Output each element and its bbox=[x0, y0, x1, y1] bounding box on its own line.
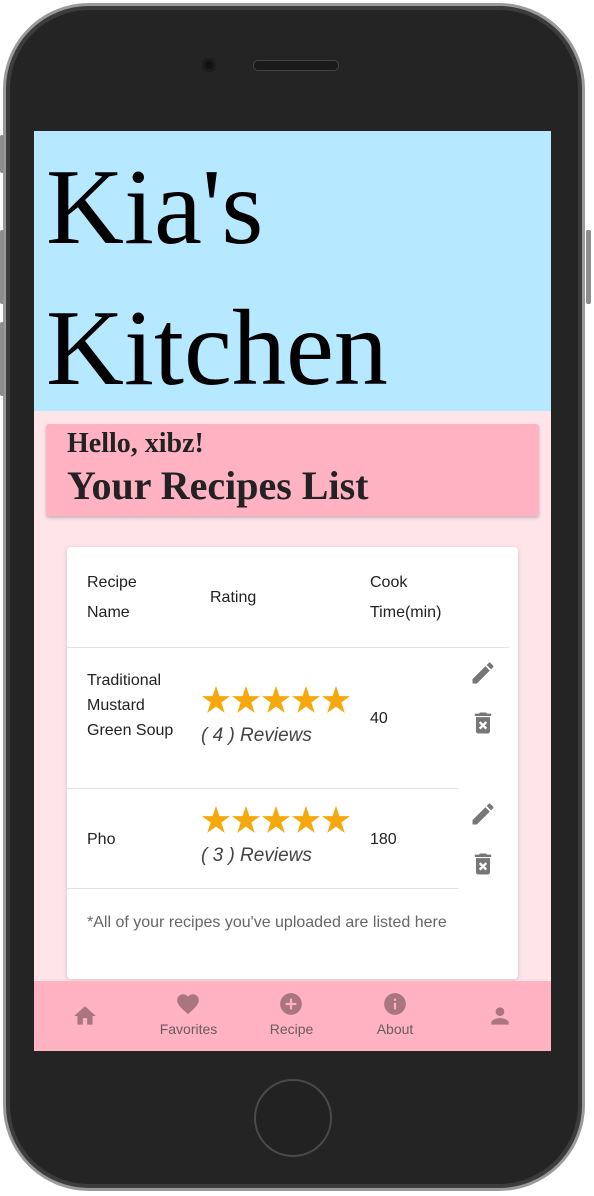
star-icon bbox=[291, 805, 321, 833]
cook-time: 180 bbox=[370, 831, 397, 848]
table-note: *All of your recipes you've uploaded are… bbox=[87, 914, 447, 931]
recipe-name: Pho bbox=[87, 831, 116, 848]
edit-icon[interactable] bbox=[469, 659, 497, 687]
nav-profile[interactable] bbox=[447, 981, 551, 1051]
nav-about[interactable]: About bbox=[343, 981, 447, 1051]
earpiece-speaker bbox=[253, 60, 339, 71]
heart-icon bbox=[177, 994, 199, 1015]
volume-up-button bbox=[0, 230, 4, 304]
review-count: ( 3 ) Reviews bbox=[201, 845, 312, 866]
star-icon bbox=[261, 685, 291, 713]
nav-recipe[interactable]: Recipe bbox=[240, 981, 343, 1051]
star-icon bbox=[231, 805, 261, 833]
volume-down-button bbox=[0, 322, 4, 396]
bottom-navigation: Favorites Recipe About bbox=[34, 981, 551, 1051]
mute-switch bbox=[0, 135, 4, 173]
header-recipe-name: Recipe Name bbox=[87, 574, 137, 621]
star-icon bbox=[321, 805, 351, 833]
star-rating bbox=[201, 685, 351, 715]
star-icon bbox=[321, 685, 351, 713]
row-divider bbox=[67, 888, 459, 889]
edit-icon[interactable] bbox=[469, 800, 497, 828]
home-button[interactable] bbox=[254, 1079, 332, 1157]
nav-favorites[interactable]: Favorites bbox=[137, 981, 240, 1051]
nav-label: Favorites bbox=[159, 1021, 218, 1037]
header-divider bbox=[67, 647, 509, 648]
add-circle-icon bbox=[280, 993, 302, 1015]
power-button bbox=[586, 230, 591, 304]
app-screen: Kia's Kitchen Hello, xibz! Your Recipes … bbox=[34, 131, 551, 1051]
star-icon bbox=[201, 685, 231, 713]
header-rating: Rating bbox=[210, 589, 257, 606]
greeting-text: Hello, xibz! bbox=[67, 428, 204, 459]
nav-label: Recipe bbox=[269, 1021, 314, 1037]
recipes-table: Recipe Name Rating Cook Time(min) Tradit… bbox=[67, 547, 518, 979]
review-count: ( 4 ) Reviews bbox=[201, 725, 312, 746]
nav-home[interactable] bbox=[34, 981, 137, 1051]
star-icon bbox=[201, 805, 231, 833]
page-title: Your Recipes List bbox=[67, 463, 369, 508]
row-divider bbox=[67, 788, 459, 789]
header-cook-time: Cook Time(min) bbox=[370, 574, 442, 621]
recipe-name: Traditional Mustard Green Soup bbox=[87, 672, 174, 739]
info-icon bbox=[384, 993, 406, 1015]
home-icon bbox=[74, 1006, 96, 1025]
star-icon bbox=[261, 805, 291, 833]
star-icon bbox=[291, 685, 321, 713]
front-camera bbox=[202, 58, 216, 72]
app-header: Kia's Kitchen bbox=[34, 131, 551, 411]
cook-time: 40 bbox=[370, 710, 388, 727]
greeting-card: Hello, xibz! Your Recipes List bbox=[46, 424, 539, 516]
person-icon bbox=[491, 1007, 509, 1025]
star-rating bbox=[201, 805, 351, 835]
nav-label: About bbox=[376, 1021, 414, 1037]
star-icon bbox=[231, 685, 261, 713]
delete-icon[interactable] bbox=[469, 850, 497, 878]
app-title: Kia's Kitchen bbox=[46, 148, 388, 408]
delete-icon[interactable] bbox=[469, 709, 497, 737]
